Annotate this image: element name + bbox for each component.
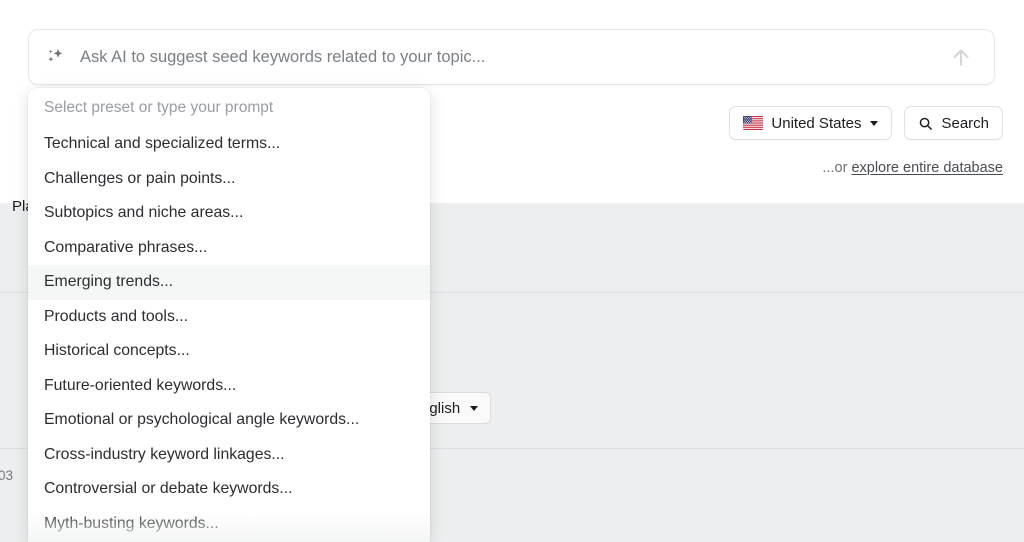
chevron-down-icon xyxy=(470,406,478,411)
dropdown-item-historical-concepts[interactable]: Historical concepts... xyxy=(28,334,430,369)
date-text-truncated: 3-03 xyxy=(0,468,13,483)
ai-prompt-placeholder: Ask AI to suggest seed keywords related … xyxy=(80,48,948,67)
dropdown-item-products-and-tools[interactable]: Products and tools... xyxy=(28,300,430,335)
ai-prompt-input[interactable]: Ask AI to suggest seed keywords related … xyxy=(28,29,995,85)
dropdown-item-future-oriented[interactable]: Future-oriented keywords... xyxy=(28,369,430,404)
search-controls-row: United States Search xyxy=(729,106,1003,140)
cut-off-top-text: ·· xyxy=(955,0,964,4)
country-selector[interactable]: United States xyxy=(729,106,892,140)
dropdown-item-comparative-phrases[interactable]: Comparative phrases... xyxy=(28,231,430,266)
search-button[interactable]: Search xyxy=(904,106,1003,140)
chevron-down-icon xyxy=(870,121,878,126)
page-root: ·· Ask AI to suggest seed keywords relat… xyxy=(0,0,1024,542)
explore-database-row: ...or explore entire database xyxy=(822,160,1003,176)
dropdown-item-subtopics-niche-areas[interactable]: Subtopics and niche areas... xyxy=(28,196,430,231)
sparkle-icon xyxy=(45,46,67,68)
dropdown-item-emotional-psychological[interactable]: Emotional or psychological angle keyword… xyxy=(28,403,430,438)
dropdown-item-cross-industry[interactable]: Cross-industry keyword linkages... xyxy=(28,438,430,473)
dropdown-item-myth-busting[interactable]: Myth-busting keywords... xyxy=(28,507,430,542)
explore-prefix: ...or xyxy=(822,160,851,176)
dropdown-item-technical-terms[interactable]: Technical and specialized terms... xyxy=(28,127,430,162)
arrow-up-icon[interactable] xyxy=(948,44,980,70)
dropdown-item-challenges-pain-points[interactable]: Challenges or pain points... xyxy=(28,162,430,197)
dropdown-item-controversial-debate[interactable]: Controversial or debate keywords... xyxy=(28,472,430,507)
country-selector-label: United States xyxy=(771,115,861,132)
dropdown-item-emerging-trends[interactable]: Emerging trends... xyxy=(28,265,430,300)
search-icon xyxy=(918,116,933,131)
explore-database-link[interactable]: explore entire database xyxy=(851,160,1003,176)
preset-prompt-dropdown[interactable]: Select preset or type your prompt Techni… xyxy=(28,88,430,542)
us-flag-icon xyxy=(743,116,763,130)
search-button-label: Search xyxy=(941,115,989,132)
dropdown-header: Select preset or type your prompt xyxy=(28,88,430,127)
